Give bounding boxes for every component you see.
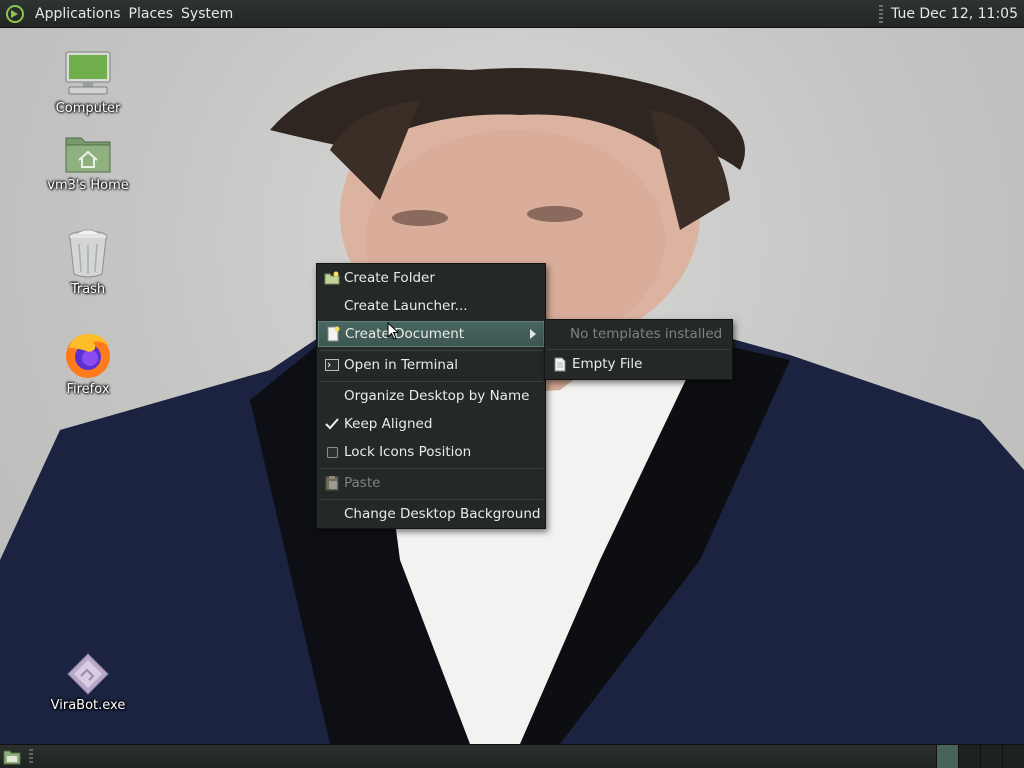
menu-item-label: Lock Icons Position: [344, 444, 472, 460]
menu-item-create-folder[interactable]: Create Folder: [318, 265, 544, 291]
bottom-panel: [0, 744, 1024, 768]
desktop-icon-label: Trash: [70, 282, 106, 297]
menu-item-label: Keep Aligned: [344, 416, 433, 432]
new-folder-icon: [324, 271, 340, 285]
menu-separator: [319, 381, 543, 382]
system-menu[interactable]: System: [177, 6, 237, 22]
menu-item-label: Create Launcher...: [344, 298, 468, 314]
menu-item-create-document[interactable]: Create Document: [318, 321, 544, 347]
show-desktop-icon[interactable]: [3, 748, 21, 765]
panel-grip-handle[interactable]: [29, 749, 33, 765]
desktop-icon-label: Firefox: [66, 382, 110, 397]
desktop-icon-firefox[interactable]: Firefox: [33, 330, 143, 397]
desktop-icon-trash[interactable]: Trash: [33, 228, 143, 297]
desktop-icon-virabot[interactable]: ViraBot.exe: [33, 652, 143, 713]
checkmark-icon: [325, 418, 339, 430]
exe-file-icon: [67, 653, 109, 695]
menu-item-organize-desktop[interactable]: Organize Desktop by Name: [318, 383, 544, 409]
submenu-item-no-templates: No templates installed: [546, 321, 731, 347]
terminal-icon: [325, 359, 339, 371]
menu-item-label: Open in Terminal: [344, 357, 458, 373]
distro-logo-icon[interactable]: [5, 4, 25, 24]
menu-separator: [319, 350, 543, 351]
menu-item-label: Organize Desktop by Name: [344, 388, 530, 404]
file-icon: [554, 357, 566, 371]
clock[interactable]: Tue Dec 12, 11:05: [891, 6, 1018, 22]
desktop-icon-label: Computer: [55, 101, 121, 116]
menu-item-keep-aligned[interactable]: Keep Aligned: [318, 411, 544, 437]
menu-item-label: Create Folder: [344, 270, 435, 286]
firefox-icon: [66, 334, 110, 378]
computer-icon: [65, 51, 111, 95]
menu-item-label: Empty File: [572, 356, 643, 372]
create-document-submenu: No templates installed Empty File: [544, 319, 733, 380]
menu-item-label: No templates installed: [570, 326, 723, 342]
clock-area: Tue Dec 12, 11:05: [879, 4, 1024, 23]
desktop-icon-label: vm3's Home: [47, 178, 129, 193]
paste-icon: [325, 476, 339, 491]
workspace-4[interactable]: [1002, 745, 1024, 768]
applications-menu[interactable]: Applications: [31, 6, 125, 22]
submenu-item-empty-file[interactable]: Empty File: [546, 351, 731, 377]
menu-separator: [319, 499, 543, 500]
menu-item-lock-icons[interactable]: Lock Icons Position: [318, 439, 544, 465]
workspace-3[interactable]: [980, 745, 1002, 768]
desktop-icon-label: ViraBot.exe: [50, 698, 126, 713]
menu-item-label: Paste: [344, 475, 381, 491]
submenu-arrow-icon: [530, 329, 536, 339]
menu-item-create-launcher[interactable]: Create Launcher...: [318, 293, 544, 319]
new-document-icon: [327, 326, 340, 342]
panel-grip-handle[interactable]: [879, 4, 884, 23]
trash-icon: [68, 229, 108, 278]
desktop-icon-home[interactable]: vm3's Home: [33, 130, 143, 193]
workspace-switcher: [936, 745, 1024, 768]
home-folder-icon: [65, 137, 111, 173]
menu-item-change-background[interactable]: Change Desktop Background: [318, 501, 544, 527]
workspace-1[interactable]: [936, 745, 958, 768]
menu-separator: [319, 468, 543, 469]
checkbox-icon: [326, 446, 338, 458]
top-panel: Applications Places System Tue Dec 12, 1…: [0, 0, 1024, 28]
menu-item-label: Change Desktop Background: [344, 506, 541, 522]
menu-separator: [547, 349, 730, 350]
mouse-cursor-icon: [387, 322, 399, 340]
menu-item-open-terminal[interactable]: Open in Terminal: [318, 352, 544, 378]
places-menu[interactable]: Places: [125, 6, 178, 22]
workspace-2[interactable]: [958, 745, 980, 768]
desktop-context-menu: Create Folder Create Launcher... Create …: [316, 263, 546, 529]
menu-item-paste[interactable]: Paste: [318, 470, 544, 496]
menu-item-label: Create Document: [345, 326, 465, 342]
desktop-icon-computer[interactable]: Computer: [33, 49, 143, 116]
